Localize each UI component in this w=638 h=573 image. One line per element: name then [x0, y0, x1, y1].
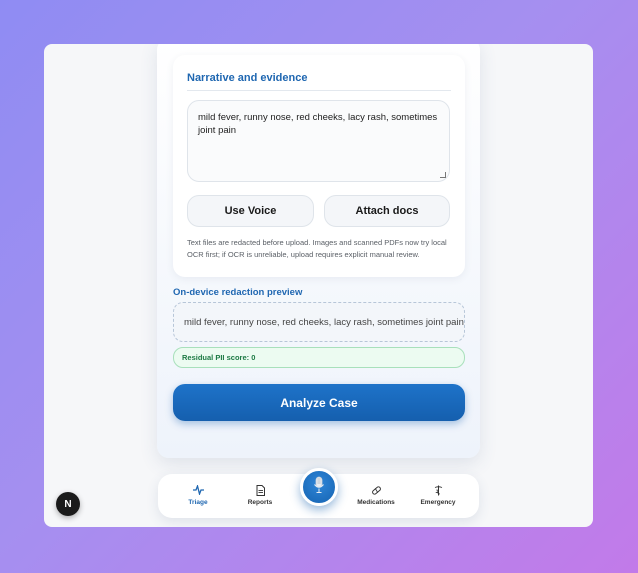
nav-label: Medications	[357, 499, 395, 506]
document-icon	[256, 484, 265, 496]
resize-handle-icon[interactable]	[440, 172, 446, 178]
narrative-card: Narrative and evidence mild fever, runny…	[173, 55, 465, 277]
attach-docs-button[interactable]: Attach docs	[324, 195, 450, 227]
narrative-text: mild fever, runny nose, red cheeks, lacy…	[198, 112, 438, 136]
bottom-nav: Triage Reports Medications Emergency	[158, 468, 479, 518]
narrative-textarea[interactable]: mild fever, runny nose, red cheeks, lacy…	[187, 100, 450, 182]
app-frame: Narrative and evidence mild fever, runny…	[44, 44, 593, 527]
use-voice-button[interactable]: Use Voice	[187, 195, 314, 227]
nav-item-emergency[interactable]: Emergency	[408, 484, 468, 506]
pulse-icon	[192, 484, 204, 496]
redaction-preview-label: On-device redaction preview	[173, 287, 303, 298]
microphone-icon	[313, 476, 325, 499]
pii-score-badge: Residual PII score: 0	[173, 347, 465, 368]
analyze-case-button[interactable]: Analyze Case	[173, 384, 465, 421]
card-divider	[187, 90, 451, 91]
nav-item-medications[interactable]: Medications	[346, 484, 406, 506]
nextjs-dev-badge[interactable]: N	[56, 492, 80, 516]
pill-icon	[371, 484, 382, 496]
triage-panel: Narrative and evidence mild fever, runny…	[157, 44, 480, 458]
nav-label: Reports	[247, 499, 273, 506]
nav-item-triage[interactable]: Triage	[168, 484, 228, 506]
nav-item-reports[interactable]: Reports	[230, 484, 290, 506]
voice-record-button[interactable]	[300, 468, 338, 506]
card-title: Narrative and evidence	[187, 72, 308, 84]
nav-label: Triage	[188, 499, 208, 506]
caduceus-icon	[434, 484, 443, 496]
nav-label: Emergency	[420, 499, 456, 506]
upload-help-text: Text files are redacted before upload. I…	[187, 238, 447, 259]
redaction-preview-box: mild fever, runny nose, red cheeks, lacy…	[173, 302, 465, 342]
